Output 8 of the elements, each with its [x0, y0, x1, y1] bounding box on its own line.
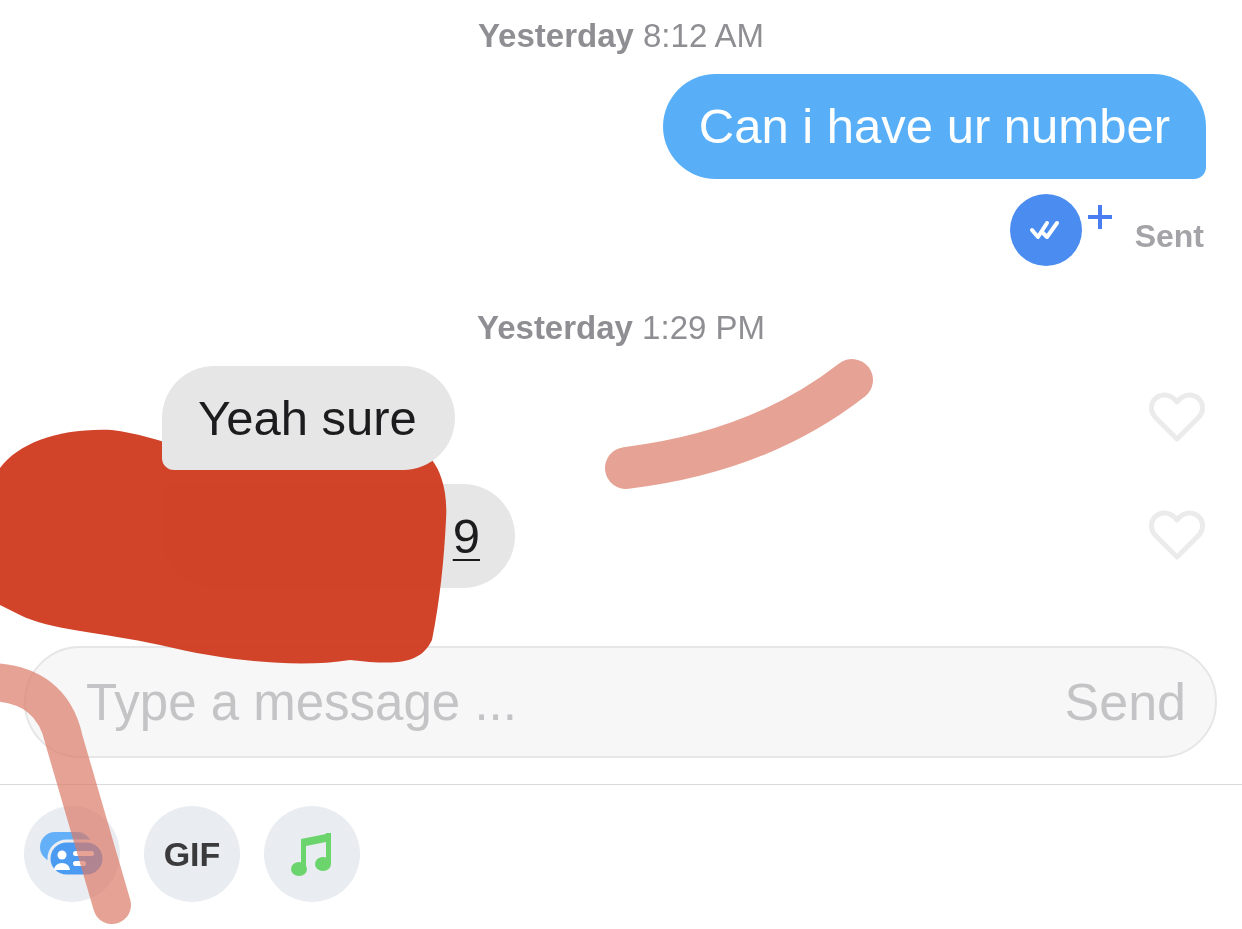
message-bubble: Yeah sure: [162, 366, 455, 470]
delivery-status: Sent: [1134, 216, 1204, 255]
timestamp: Yesterday 8:12 AM: [477, 17, 765, 55]
message-bubble: Can i have ur number: [662, 74, 1206, 179]
phone-number-link[interactable]: 9: [452, 510, 480, 562]
timestamp: Yesterday 1:29 PM: [477, 309, 765, 347]
double-check-plus-icon[interactable]: [1009, 194, 1113, 266]
gif-button[interactable]: GIF: [144, 806, 240, 902]
